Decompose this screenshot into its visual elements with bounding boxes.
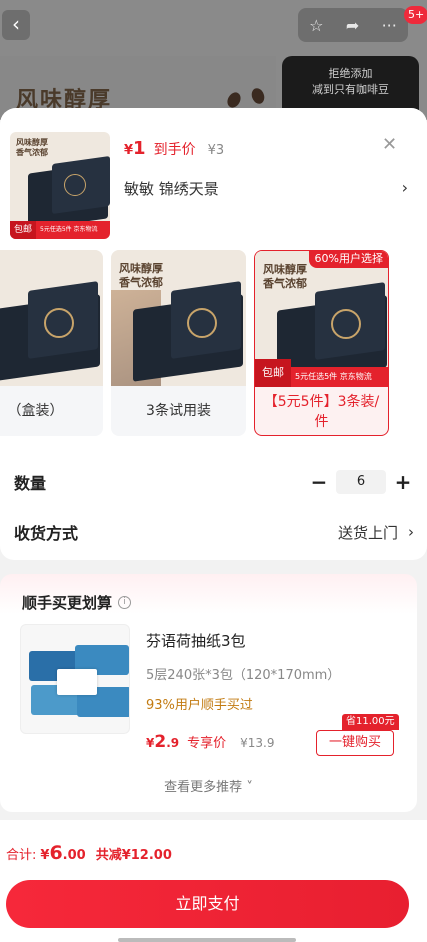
- message-badge: 5+: [404, 6, 427, 24]
- quantity-stepper: − +: [308, 470, 414, 494]
- recommended-price: ¥2.9 专享价 ¥13.9: [146, 732, 275, 752]
- one-click-buy-button[interactable]: 一键购买: [316, 730, 394, 756]
- savings-tag: 省11.00元: [342, 714, 399, 730]
- back-icon[interactable]: ‹: [2, 10, 30, 40]
- chevron-down-icon: ˅: [246, 780, 253, 795]
- thumbnail-title: 风味醇厚 香气浓郁: [16, 138, 48, 157]
- recommended-product-name[interactable]: 芬语荷抽纸3包: [146, 630, 246, 651]
- recommended-product-image[interactable]: [20, 624, 130, 734]
- recommended-price-value: ¥2.9: [146, 732, 180, 752]
- coffee-logo: [64, 174, 86, 196]
- product-thumbnail[interactable]: 风味醇厚 香气浓郁 5元任选5件 京东物流 包邮: [10, 132, 110, 239]
- spec-option-selected[interactable]: 风味醇厚 香气浓郁 5元任选5件 京东物流 包邮 【5元5件】3条装/件 60%…: [254, 250, 389, 436]
- share-icon[interactable]: ➦: [346, 16, 359, 35]
- recommended-price-label: 专享价: [187, 736, 227, 751]
- increase-button[interactable]: +: [392, 470, 414, 494]
- spec-option-label: （盒装）: [7, 403, 64, 419]
- shipping-value: 送货上门 ›: [337, 523, 414, 542]
- tissue-sheet: [57, 669, 97, 695]
- top-actions: ☆ ➦ ···: [298, 8, 408, 42]
- spec-image: 风味醇厚 香气浓郁: [111, 250, 246, 386]
- free-shipping-badge: 包邮: [255, 359, 291, 387]
- coffee-logo: [331, 309, 361, 339]
- free-shipping-badge: 包邮: [10, 221, 36, 239]
- recommended-buyers-text: 93%用户顺手买过: [146, 698, 253, 713]
- total-price: ¥6.00: [40, 842, 86, 864]
- home-indicator: [118, 938, 296, 942]
- price-label: 到手价: [153, 142, 196, 158]
- spec-option-label: 3条试用装: [146, 403, 211, 419]
- quantity-row: 数量 − +: [14, 470, 414, 494]
- coffee-logo: [44, 308, 74, 338]
- spec-option-label: 【5元5件】3条装/件: [263, 394, 380, 430]
- more-recommendations-link[interactable]: 查看更多推荐 ˅: [0, 776, 417, 795]
- total-summary: 合计: ¥6.00 共减¥12.00: [6, 842, 172, 864]
- total-label: 合计:: [6, 848, 37, 863]
- favorite-icon[interactable]: ☆: [309, 16, 323, 35]
- spec-image: 风味醇厚 香气浓郁 5元任选5件 京东物流 包邮: [255, 251, 388, 387]
- recommended-product-spec: 5层240张*3包（120*170mm）: [146, 668, 341, 683]
- chevron-right-icon: ›: [408, 523, 414, 541]
- purchase-sheet: 风味醇厚 香气浓郁 5元任选5件 京东物流 包邮 ¥1 到手价 ¥3 ✕ 敏敏 …: [0, 108, 427, 942]
- background-ad-line1: 拒绝添加: [328, 67, 373, 80]
- spec-option[interactable]: （盒装）: [0, 250, 103, 436]
- info-icon[interactable]: i: [118, 596, 132, 609]
- quantity-label: 数量: [14, 474, 47, 493]
- address-row[interactable]: 敏敏 锦绣天景 ›: [124, 178, 408, 199]
- address-text: 敏敏 锦绣天景: [124, 180, 219, 198]
- shipping-row[interactable]: 收货方式 送货上门 ›: [14, 520, 414, 544]
- current-price: ¥1: [124, 138, 146, 159]
- spec-option[interactable]: 风味醇厚 香气浓郁 3条试用装: [111, 250, 246, 436]
- spec-image-title: 风味醇厚 香气浓郁: [263, 263, 307, 290]
- spec-image: [0, 250, 103, 386]
- background-ad-line2: 减到只有咖啡豆: [312, 83, 389, 96]
- original-price: ¥3: [207, 143, 225, 158]
- more-icon[interactable]: ···: [382, 16, 397, 35]
- popular-choice-badge: 60%用户选择: [308, 251, 388, 268]
- recommendation-card: 顺手买更划算 i 芬语荷抽纸3包 5层240张*3包（120*170mm） 93…: [0, 574, 417, 812]
- recommended-original-price: ¥13.9: [240, 736, 275, 750]
- price-line: ¥1 到手价 ¥3: [124, 138, 224, 159]
- product-card: 风味醇厚 香气浓郁 5元任选5件 京东物流 包邮 ¥1 到手价 ¥3 ✕ 敏敏 …: [0, 108, 427, 560]
- checkout-bar: 合计: ¥6.00 共减¥12.00 立即支付: [0, 820, 427, 942]
- close-icon[interactable]: ✕: [382, 134, 397, 155]
- spec-image-title: 风味醇厚 香气浓郁: [119, 262, 163, 289]
- recommendation-title: 顺手买更划算 i: [22, 592, 132, 613]
- background-page: ‹ ☆ ➦ ··· 5+ 风味醇厚 拒绝添加 减到只有咖啡豆: [0, 0, 427, 120]
- total-discount: 共减¥12.00: [95, 848, 172, 863]
- spec-options: （盒装） 风味醇厚 香气浓郁 3条试用装 风味醇厚 香气浓郁 5元任选5件 京东…: [0, 248, 427, 438]
- pay-now-button[interactable]: 立即支付: [6, 880, 409, 928]
- coffee-logo: [187, 308, 217, 338]
- quantity-input[interactable]: [336, 470, 386, 494]
- shipping-label: 收货方式: [14, 524, 79, 543]
- decrease-button[interactable]: −: [308, 470, 330, 494]
- chevron-right-icon: ›: [401, 178, 408, 197]
